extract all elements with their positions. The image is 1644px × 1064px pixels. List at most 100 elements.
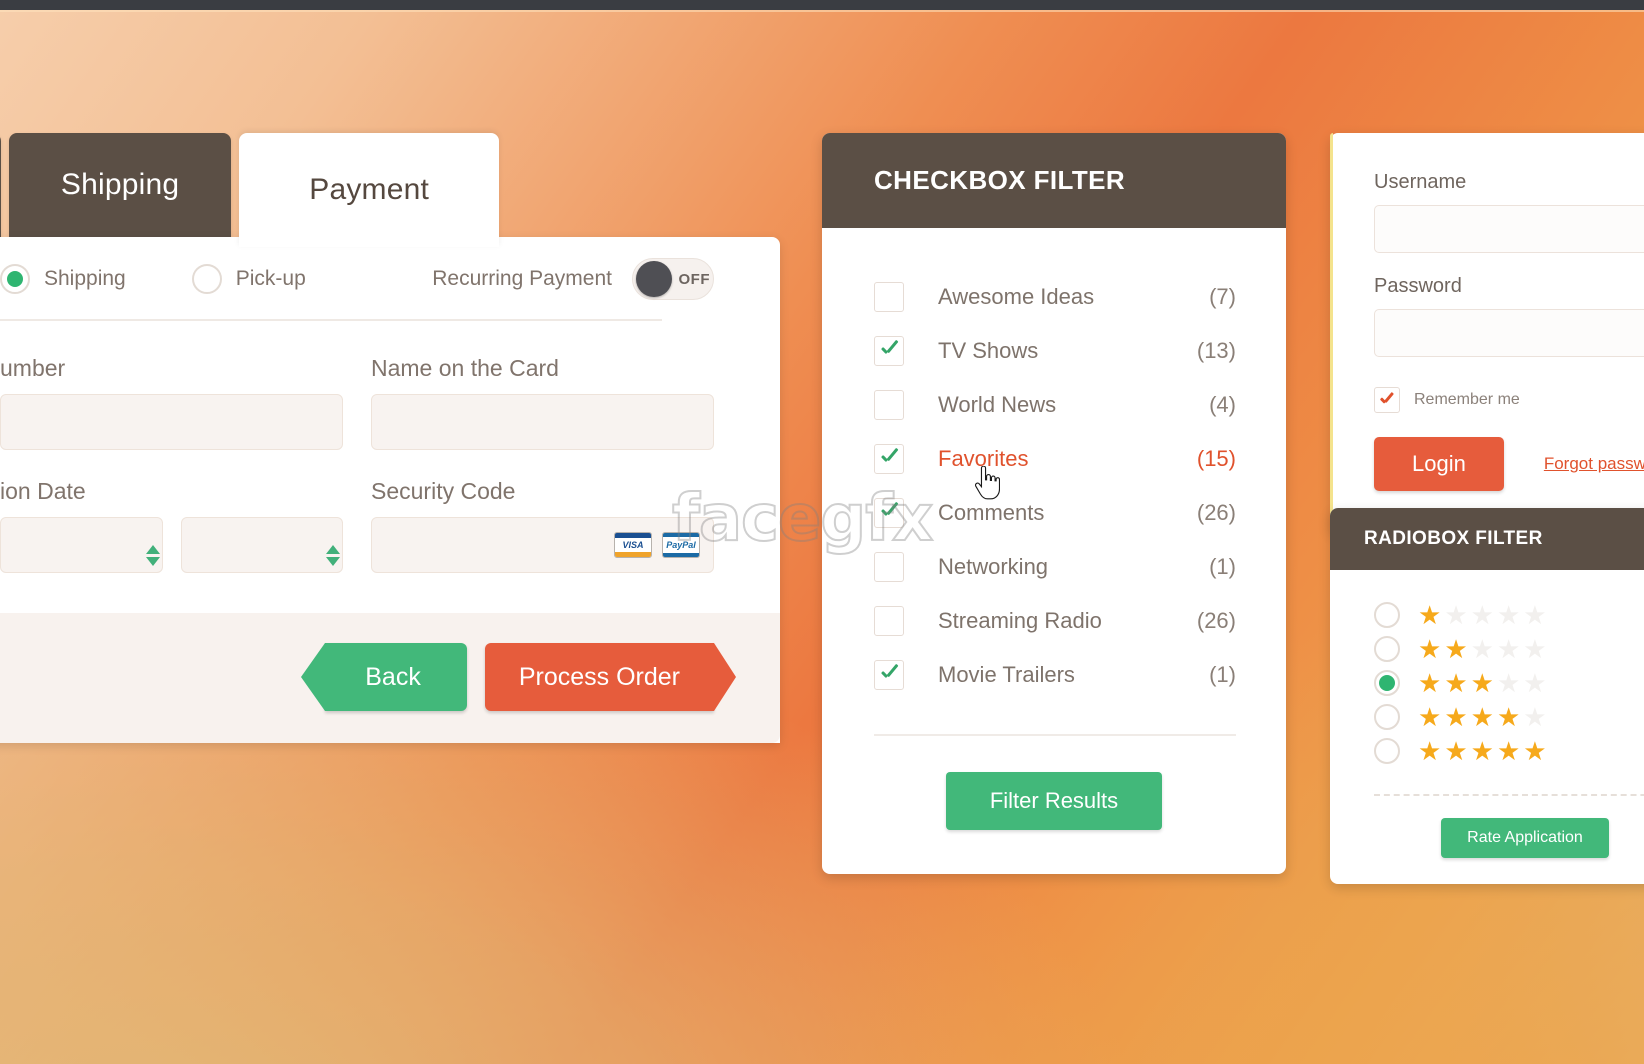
checkbox-icon[interactable]	[874, 282, 904, 312]
card-number-group: umber	[0, 355, 343, 450]
radio-pickup-label: Pick-up	[235, 267, 306, 290]
username-input[interactable]	[1374, 205, 1644, 253]
expiration-year-select[interactable]	[180, 517, 343, 573]
checkbox-label: World News	[938, 392, 1057, 417]
list-item[interactable]: ★ ★ ★ ★ ★	[1374, 598, 1644, 632]
forgot-password-link[interactable]: Forgot passw	[1544, 454, 1644, 474]
radio-icon[interactable]	[1374, 704, 1400, 730]
username-label: Username	[1374, 171, 1467, 193]
expiration-date-label: ion Date	[0, 478, 86, 504]
process-order-button[interactable]: Process Order	[484, 643, 737, 711]
checkbox-label: Movie Trailers	[938, 662, 1075, 687]
back-button[interactable]: Back	[301, 643, 467, 711]
checkbox-count: (4)	[1209, 392, 1236, 417]
password-label: Password	[1374, 275, 1462, 297]
toggle-knob-icon	[636, 261, 672, 297]
star-icon: ★	[1496, 668, 1521, 698]
radio-shipping-label: Shipping	[44, 267, 126, 290]
star-rating-1: ★ ★ ★ ★ ★	[1418, 602, 1547, 628]
star-icon: ★	[1444, 736, 1468, 766]
checkbox-icon[interactable]	[874, 498, 904, 528]
list-item[interactable]: Streaming Radio (26)	[874, 594, 1236, 648]
checkbox-count: (1)	[1209, 662, 1236, 687]
radiobox-filter-list: ★ ★ ★ ★ ★ ★ ★ ★ ★ ★ ★ ★ ★ ★ ★ ★ ★ ★ ★ ★ …	[1330, 570, 1644, 768]
checkout-tabs: g Shipping Payment	[0, 133, 780, 247]
filter-results-label: Filter Results	[989, 788, 1119, 813]
star-icon: ★	[1496, 702, 1521, 732]
checkbox-label: Networking	[938, 554, 1049, 579]
list-item[interactable]: TV Shows (13)	[874, 324, 1236, 378]
name-on-card-label: Name on the Card	[371, 355, 559, 381]
remember-me-row[interactable]: Remember me	[1374, 387, 1644, 413]
star-rating-3: ★ ★ ★ ★ ★	[1418, 670, 1547, 696]
star-icon: ★	[1470, 702, 1494, 732]
login-button-label: Login	[1412, 451, 1466, 476]
star-rating-5: ★ ★ ★ ★ ★	[1418, 738, 1547, 764]
star-icon: ★	[1523, 600, 1547, 630]
tab-payment[interactable]: Payment	[239, 133, 500, 247]
checkbox-filter-actions: Filter Results	[822, 736, 1286, 874]
tab-shipping[interactable]: Shipping	[8, 133, 232, 237]
tab-payment-label: Payment	[309, 173, 430, 206]
card-number-label: umber	[0, 355, 66, 381]
star-icon: ★	[1470, 634, 1494, 664]
star-icon: ★	[1523, 634, 1547, 664]
radio-option-pickup[interactable]: Pick-up	[191, 264, 306, 294]
security-code-label: Security Code	[371, 478, 516, 504]
list-item[interactable]: Comments (26)	[874, 486, 1236, 540]
checkbox-label: TV Shows	[938, 338, 1039, 363]
screen: g Shipping Payment Shipping Pick-up	[0, 0, 1644, 1064]
login-button[interactable]: Login	[1374, 437, 1504, 491]
filter-results-button[interactable]: Filter Results	[945, 772, 1163, 830]
list-item[interactable]: ★ ★ ★ ★ ★	[1374, 666, 1644, 700]
recurring-payment-toggle[interactable]: OFF	[632, 258, 714, 300]
list-item[interactable]: Movie Trailers (1)	[874, 648, 1236, 702]
rate-application-button[interactable]: Rate Application	[1441, 818, 1609, 858]
checkbox-filter-title: CHECKBOX FILTER	[822, 133, 1286, 228]
radio-icon[interactable]	[1374, 602, 1400, 628]
checkbox-icon[interactable]	[874, 660, 904, 690]
checkbox-count: (1)	[1209, 554, 1236, 579]
list-item[interactable]: World News (4)	[874, 378, 1236, 432]
radio-shipping-icon	[0, 264, 30, 294]
star-icon: ★	[1418, 668, 1442, 698]
expiration-month-select[interactable]	[0, 517, 163, 573]
remember-me-label: Remember me	[1414, 391, 1520, 408]
star-icon: ★	[1444, 702, 1468, 732]
checkbox-count: (13)	[1196, 338, 1236, 363]
radio-icon[interactable]	[1374, 738, 1400, 764]
list-item[interactable]: Favorites (15)	[874, 432, 1236, 486]
list-item[interactable]: Awesome Ideas (7)	[874, 270, 1236, 324]
star-icon: ★	[1470, 736, 1494, 766]
payment-fields: umber Name on the Card ion Date Security…	[0, 321, 780, 613]
card-number-input[interactable]	[0, 394, 343, 450]
name-on-card-input[interactable]	[371, 394, 714, 450]
security-code-group: Security Code VISA PayPal	[371, 478, 714, 573]
radio-icon[interactable]	[1374, 670, 1400, 696]
checkbox-count: (15)	[1196, 446, 1236, 471]
checkout-panel: g Shipping Payment Shipping Pick-up	[0, 133, 780, 743]
remember-me-checkbox-icon[interactable]	[1374, 387, 1400, 413]
checkbox-count: (26)	[1196, 608, 1236, 633]
login-actions: Login Forgot passw	[1374, 437, 1644, 491]
checkbox-icon[interactable]	[874, 336, 904, 366]
radiobox-filter-title: RADIOBOX FILTER	[1330, 508, 1644, 570]
checkbox-icon[interactable]	[874, 606, 904, 636]
password-input[interactable]	[1374, 309, 1644, 357]
star-icon: ★	[1496, 600, 1521, 630]
checkbox-icon[interactable]	[874, 390, 904, 420]
list-item[interactable]: ★ ★ ★ ★ ★	[1374, 734, 1644, 768]
list-item[interactable]: ★ ★ ★ ★ ★	[1374, 632, 1644, 666]
checkbox-label: Comments	[938, 500, 1045, 525]
star-icon: ★	[1523, 668, 1547, 698]
radio-option-shipping[interactable]: Shipping	[0, 264, 126, 294]
paypal-icon: PayPal	[662, 532, 700, 558]
star-icon: ★	[1496, 736, 1521, 766]
star-icon: ★	[1418, 736, 1442, 766]
radio-icon[interactable]	[1374, 636, 1400, 662]
checkbox-icon[interactable]	[874, 444, 904, 474]
checkbox-icon[interactable]	[874, 552, 904, 582]
list-item[interactable]: Networking (1)	[874, 540, 1236, 594]
tab-cart[interactable]: g	[0, 133, 1, 237]
list-item[interactable]: ★ ★ ★ ★ ★	[1374, 700, 1644, 734]
